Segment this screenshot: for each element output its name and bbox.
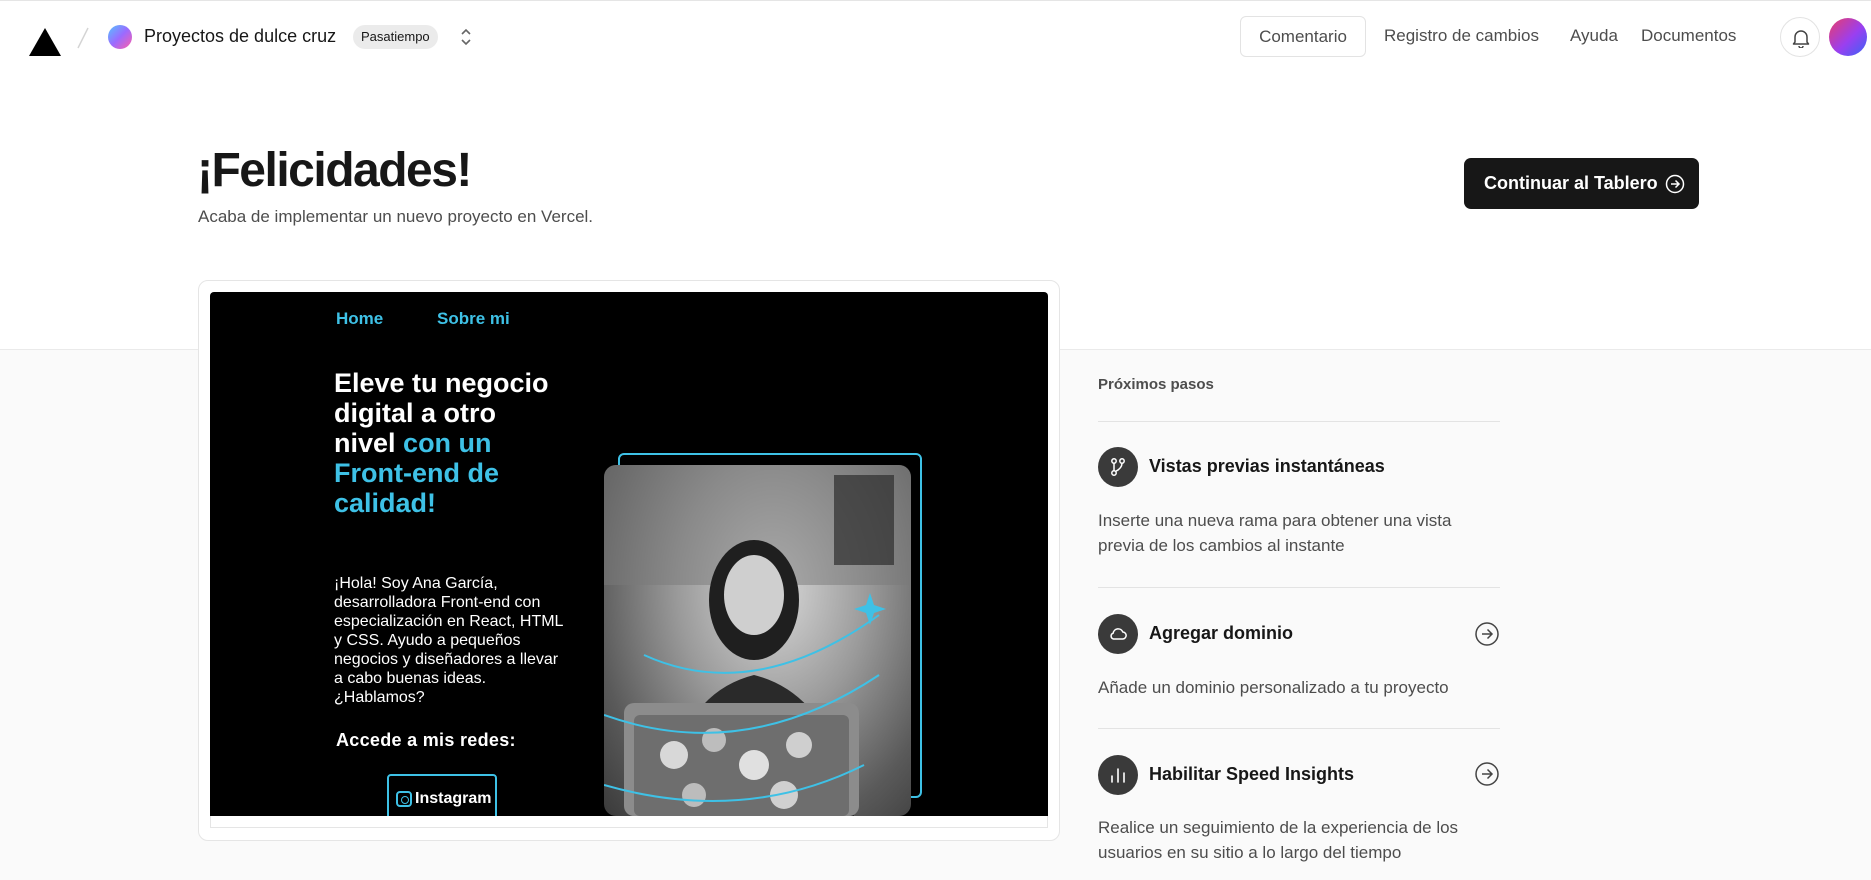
team-name[interactable]: Proyectos de dulce cruz	[144, 26, 336, 47]
site-nav-home: Home	[336, 309, 384, 328]
team-avatar[interactable]	[108, 25, 132, 49]
chevron-up-down-icon[interactable]	[458, 26, 474, 48]
step-description: Realice un seguimiento de la experiencia…	[1098, 818, 1459, 862]
feedback-button[interactable]: Comentario	[1240, 16, 1366, 57]
git-branch-icon	[1098, 447, 1138, 487]
page-subtitle: Acaba de implementar un nuevo proyecto e…	[198, 207, 594, 226]
nav-link-docs[interactable]: Documentos	[1641, 26, 1736, 46]
portrait-photo	[604, 465, 911, 816]
bell-icon	[1792, 30, 1810, 48]
plan-badge: Pasatiempo	[353, 25, 438, 49]
cloud-icon	[1098, 614, 1138, 654]
step-title: Vistas previas instantáneas	[1149, 456, 1385, 476]
nav-link-help[interactable]: Ayuda	[1570, 26, 1618, 46]
arrow-right-circle-icon	[1665, 174, 1685, 194]
page-title: ¡Felicidades!	[197, 144, 472, 197]
site-headline: Eleve tu negocio digital a otro nivel co…	[334, 368, 564, 518]
continue-label: Continuar al Tablero	[1484, 173, 1658, 193]
bar-chart-icon	[1098, 755, 1138, 795]
step-speed-insights[interactable]: Habilitar Speed Insights Realice un segu…	[1098, 729, 1500, 879]
deployment-screenshot[interactable]: Home Sobre mi Eleve tu negocio digital a…	[210, 292, 1048, 816]
screenshot-footer	[210, 816, 1048, 828]
vercel-logo-icon[interactable]	[28, 27, 62, 57]
step-add-domain[interactable]: Agregar dominio Añade un dominio persona…	[1098, 588, 1500, 728]
deployment-preview-card[interactable]: Home Sobre mi Eleve tu negocio digital a…	[198, 280, 1060, 841]
instagram-icon	[396, 791, 412, 807]
instagram-label: Instagram	[415, 790, 492, 807]
breadcrumb-separator-icon	[77, 27, 89, 49]
next-steps-panel: Próximos pasos Vistas previas instantáne…	[1098, 376, 1500, 879]
site-nav-about: Sobre mi	[437, 309, 510, 328]
next-steps-title: Próximos pasos	[1098, 376, 1214, 393]
arrow-right-circle-icon[interactable]	[1474, 621, 1500, 647]
portrait-illustration-icon	[604, 465, 911, 816]
user-avatar[interactable]	[1829, 18, 1867, 56]
step-description: Añade un dominio personalizado a tu proy…	[1098, 678, 1449, 697]
site-intro: ¡Hola! Soy Ana García, desarrolladora Fr…	[334, 575, 563, 706]
top-bar: Proyectos de dulce cruz Pasatiempo Comen…	[0, 0, 1871, 72]
step-instant-previews[interactable]: Vistas previas instantáneas Inserte una …	[1098, 422, 1500, 587]
step-description: Inserte una nueva rama para obtener una …	[1098, 511, 1452, 555]
arrow-right-circle-icon[interactable]	[1474, 761, 1500, 787]
notifications-button[interactable]	[1780, 17, 1820, 57]
site-social-heading: Accede a mis redes:	[336, 730, 516, 750]
step-title: Habilitar Speed Insights	[1149, 764, 1355, 784]
nav-link-changelog[interactable]: Registro de cambios	[1384, 26, 1539, 46]
continue-to-dashboard-button[interactable]: Continuar al Tablero	[1464, 158, 1699, 209]
step-title: Agregar dominio	[1149, 623, 1294, 643]
site-instagram-button: Instagram	[387, 774, 497, 816]
